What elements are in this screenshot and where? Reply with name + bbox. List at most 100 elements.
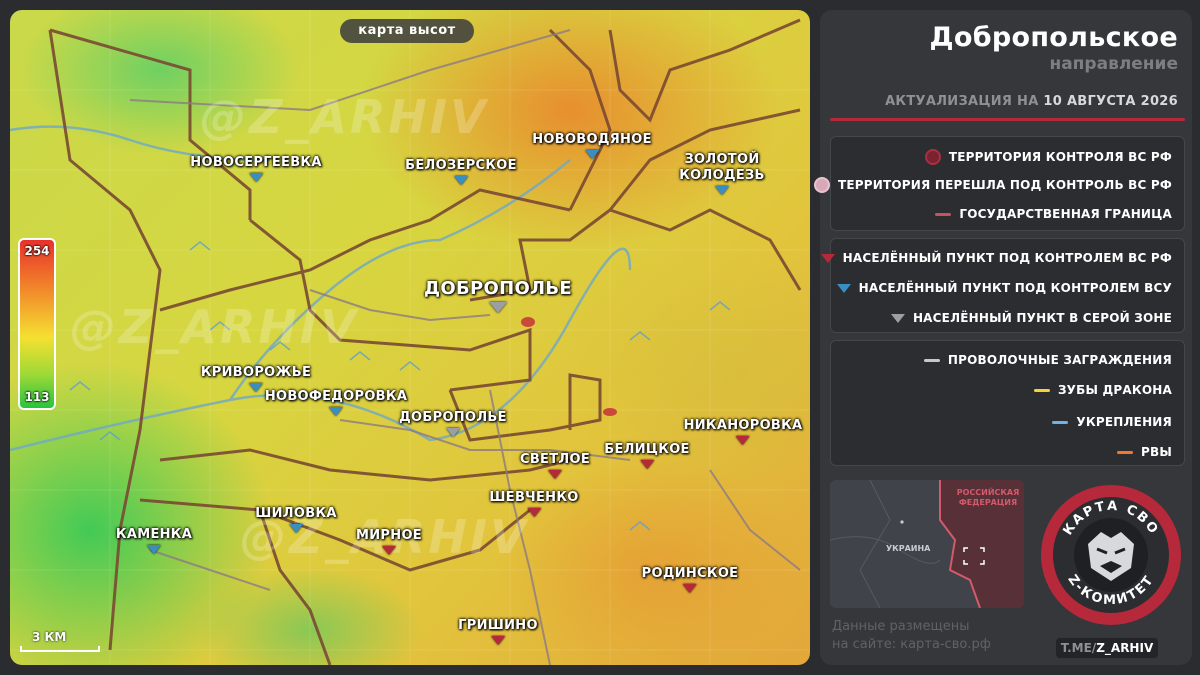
gray-zone-triangle-icon bbox=[445, 428, 460, 437]
ru-control-triangle-icon bbox=[735, 436, 750, 445]
legend-label: НАСЕЛЁННЫЙ ПУНКТ ПОД КОНТРОЛЕМ ВСУ bbox=[858, 281, 1172, 295]
legend-label: ГОСУДАРСТВЕННАЯ ГРАНИЦА bbox=[959, 207, 1172, 221]
elevation-scale-bar: 254 113 bbox=[18, 238, 56, 410]
settlement-marker[interactable]: БЕЛИЦКОЕ bbox=[604, 442, 689, 469]
settlement-name: ДОБРОПОЛЬЕ bbox=[424, 278, 572, 299]
ditch-line-icon bbox=[1117, 450, 1134, 454]
legend-item: ТЕРРИТОРИЯ ПЕРЕШЛА ПОД КОНТРОЛЬ ВС РФ bbox=[813, 177, 1172, 193]
legend-item: ТЕРРИТОРИЯ КОНТРОЛЯ ВС РФ bbox=[924, 149, 1172, 165]
settlement-marker[interactable]: НОВОФЕДОРОВКА bbox=[265, 389, 407, 416]
settlement-marker[interactable]: ДОБРОПОЛЬЕ bbox=[399, 410, 507, 437]
settlement-name: ДОБРОПОЛЬЕ bbox=[399, 410, 507, 425]
ua-control-triangle-icon bbox=[288, 524, 303, 533]
settlement-marker[interactable]: ШЕВЧЕНКО bbox=[489, 490, 578, 517]
settlement-marker[interactable]: НОВОСЕРГЕЕВКА bbox=[190, 155, 321, 182]
settlement-name: РОДИНСКОЕ bbox=[641, 566, 739, 581]
settlement-name: КРИВОРОЖЬЕ bbox=[200, 365, 312, 380]
settlement-name: НИКАНОРОВКА bbox=[683, 418, 803, 433]
site-info: Данные размещены на сайте: карта-сво.рф bbox=[832, 618, 991, 654]
legend-territory: ТЕРРИТОРИЯ КОНТРОЛЯ ВС РФ ТЕРРИТОРИЯ ПЕР… bbox=[813, 136, 1185, 231]
ru-control-triangle-icon bbox=[639, 460, 654, 469]
ua-settlement-triangle-icon bbox=[836, 283, 851, 293]
settlement-marker[interactable]: ШИЛОВКА bbox=[255, 506, 336, 533]
ua-control-triangle-icon bbox=[248, 173, 263, 182]
recent-ru-territory-swatch-icon bbox=[813, 177, 830, 193]
settlement-marker[interactable]: НОВОВОДЯНОЕ bbox=[532, 132, 652, 159]
legend-item: ПРОВОЛОЧНЫЕ ЗАГРАЖДЕНИЯ bbox=[923, 353, 1172, 367]
ua-control-triangle-icon bbox=[249, 383, 263, 392]
legend-item: НАСЕЛЁННЫЙ ПУНКТ ПОД КОНТРОЛЕМ ВСУ bbox=[836, 281, 1172, 295]
minimap-russia-label: РОССИЙСКАЯ ФЕДЕРАЦИЯ bbox=[956, 488, 1020, 507]
ru-control-triangle-icon bbox=[382, 546, 396, 555]
legend-item: НАСЕЛЁННЫЙ ПУНКТ ПОД КОНТРОЛЕМ ВС РФ bbox=[820, 251, 1172, 265]
settlement-marker[interactable]: КРИВОРОЖЬЕ bbox=[201, 365, 311, 392]
settlement-marker[interactable]: МИРНОЕ bbox=[356, 528, 422, 555]
update-prefix: АКТУАЛИЗАЦИЯ НА bbox=[885, 94, 1039, 109]
settlement-marker[interactable]: СВЕТЛОЕ bbox=[520, 452, 590, 479]
wire-obstacle-line-icon bbox=[923, 358, 940, 362]
ru-territory-swatch-icon bbox=[924, 149, 941, 165]
ua-control-triangle-icon bbox=[585, 150, 599, 159]
legend-label: ТЕРРИТОРИЯ ПЕРЕШЛА ПОД КОНТРОЛЬ ВС РФ bbox=[837, 178, 1172, 192]
elevation-min: 113 bbox=[24, 390, 50, 404]
gray-zone-triangle-icon bbox=[488, 302, 507, 313]
settlement-name: БЕЛОЗЕРСКОЕ bbox=[405, 158, 517, 173]
settlement-name: НОВОСЕРГЕЕВКА bbox=[190, 155, 322, 170]
ru-control-triangle-icon bbox=[526, 508, 541, 517]
watermark: @Z_ARHIV bbox=[200, 90, 489, 144]
ua-control-triangle-icon bbox=[715, 186, 729, 195]
legend-label: НАСЕЛЁННЫЙ ПУНКТ ПОД КОНТРОЛЕМ ВС РФ bbox=[842, 251, 1172, 265]
overview-minimap[interactable]: РОССИЙСКАЯ ФЕДЕРАЦИЯ УКРАИНА bbox=[830, 480, 1024, 608]
legend-item: УКРЕПЛЕНИЯ bbox=[1052, 415, 1172, 429]
elevation-max: 254 bbox=[24, 244, 50, 258]
settlement-name: НОВОФЕДОРОВКА bbox=[264, 389, 408, 404]
map-mode-tag: карта высот bbox=[340, 19, 474, 43]
z-committee-emblem: КАРТА СВО Z-КОМИТЕТ bbox=[1038, 482, 1184, 628]
legend-label: ЗУБЫ ДРАКОНА bbox=[1057, 383, 1172, 397]
scale-line bbox=[20, 646, 100, 652]
elevation-map[interactable]: карта высот @Z_ARHIV @Z_ARHIV @Z_ARHIV 2… bbox=[10, 10, 810, 665]
legend-label: НАСЕЛЁННЫЙ ПУНКТ В СЕРОЙ ЗОНЕ bbox=[912, 311, 1172, 325]
settlement-name: МИРНОЕ bbox=[356, 528, 422, 543]
settlement-name: ШЕВЧЕНКО bbox=[489, 490, 579, 505]
emblem-logo: КАРТА СВО Z-КОМИТЕТ bbox=[1041, 485, 1181, 625]
info-panel: Добропольское направление АКТУАЛИЗАЦИЯ Н… bbox=[813, 10, 1192, 665]
site-line-1: Данные размещены bbox=[832, 619, 970, 634]
settlement-marker[interactable]: НИКАНОРОВКА bbox=[684, 418, 803, 445]
telegram-link[interactable]: T.ME/Z_ARHIV bbox=[1056, 638, 1158, 658]
settlement-name: БЕЛИЦКОЕ bbox=[604, 442, 690, 457]
settlement-marker-main[interactable]: ДОБРОПОЛЬЕ bbox=[424, 278, 572, 313]
legend-fortifications: ПРОВОЛОЧНЫЕ ЗАГРАЖДЕНИЯ ЗУБЫ ДРАКОНА УКР… bbox=[830, 340, 1185, 466]
ua-control-triangle-icon bbox=[454, 176, 468, 185]
legend-item: НАСЕЛЁННЫЙ ПУНКТ В СЕРОЙ ЗОНЕ bbox=[890, 311, 1172, 325]
settlement-name: СВЕТЛОЕ bbox=[519, 452, 591, 467]
legend-label: УКРЕПЛЕНИЯ bbox=[1076, 415, 1172, 429]
dragon-teeth-line-icon bbox=[1033, 388, 1050, 392]
legend-label: РВЫ bbox=[1141, 445, 1172, 459]
legend-label: ПРОВОЛОЧНЫЕ ЗАГРАЖДЕНИЯ bbox=[947, 353, 1172, 367]
title-divider bbox=[830, 118, 1185, 121]
ru-control-triangle-icon bbox=[548, 470, 562, 479]
legend-item: РВЫ bbox=[1117, 445, 1172, 459]
settlement-marker[interactable]: ЗОЛОТОЙ КОЛОДЕЗЬ bbox=[672, 152, 772, 195]
update-date-line: АКТУАЛИЗАЦИЯ НА 10 АВГУСТА 2026 bbox=[885, 94, 1178, 109]
settlement-name: НОВОВОДЯНОЕ bbox=[532, 132, 652, 147]
settlement-name: ШИЛОВКА bbox=[255, 506, 337, 521]
settlement-name: ГРИШИНО bbox=[458, 618, 538, 633]
settlement-marker[interactable]: КАМЕНКА bbox=[116, 527, 192, 554]
settlement-marker[interactable]: ГРИШИНО bbox=[458, 618, 538, 645]
fortification-line-icon bbox=[1052, 420, 1069, 424]
settlement-marker[interactable]: БЕЛОЗЕРСКОЕ bbox=[405, 158, 517, 185]
minimap-ukraine-label: УКРАИНА bbox=[886, 544, 931, 553]
ua-control-triangle-icon bbox=[146, 545, 161, 554]
site-line-2: на сайте: карта-сво.рф bbox=[832, 637, 991, 652]
settlement-marker[interactable]: РОДИНСКОЕ bbox=[642, 566, 739, 593]
ru-control-triangle-icon bbox=[490, 636, 505, 645]
settlement-name: ЗОЛОТОЙ КОЛОДЕЗЬ bbox=[679, 152, 765, 183]
scale-label: 3 КМ bbox=[32, 630, 67, 644]
legend-item: ЗУБЫ ДРАКОНА bbox=[1033, 383, 1172, 397]
settlement-name: КАМЕНКА bbox=[115, 527, 193, 542]
ru-settlement-triangle-icon bbox=[820, 253, 835, 263]
legend-settlements: НАСЕЛЁННЫЙ ПУНКТ ПОД КОНТРОЛЕМ ВС РФ НАС… bbox=[820, 238, 1185, 333]
telegram-handle: Z_ARHIV bbox=[1096, 641, 1154, 655]
